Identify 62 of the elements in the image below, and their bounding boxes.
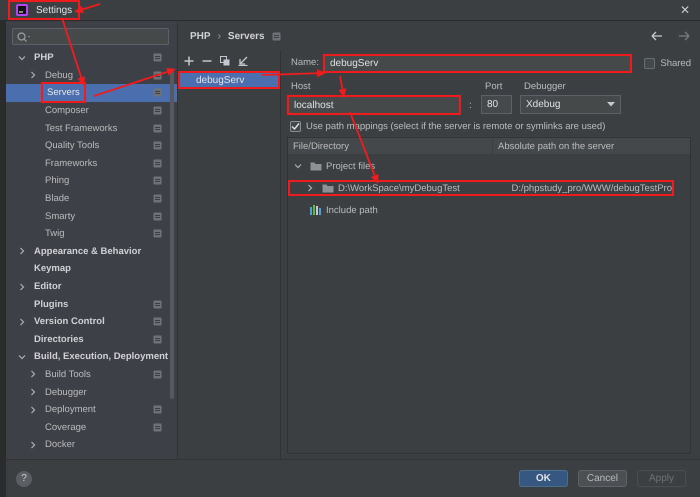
column-header[interactable]: Absolute path on the server — [493, 138, 690, 154]
tree-item[interactable]: Coverage — [6, 418, 165, 436]
tree-item[interactable]: Appearance & Behavior — [6, 242, 165, 260]
checkmark-icon — [291, 122, 300, 131]
table-cell: Include path — [326, 204, 378, 216]
help-button[interactable]: ? — [16, 470, 32, 486]
breadcrumb-separator: › — [218, 30, 221, 42]
port-separator: : — [469, 98, 473, 112]
window-title: Settings — [36, 4, 72, 16]
tree-item[interactable]: Smarty — [6, 207, 165, 225]
field-label: Host — [290, 81, 312, 92]
tree-item[interactable]: Plugins — [6, 295, 165, 313]
import-icon[interactable] — [238, 56, 248, 66]
dialog-button[interactable]: Cancel — [578, 470, 627, 487]
tree-item[interactable]: Build Tools — [6, 366, 165, 384]
table-cell-text: D:\WorkSpace\myDebugTest — [338, 182, 461, 194]
host-field[interactable]: localhost — [287, 95, 461, 115]
field-label: Debugger — [523, 81, 567, 92]
name-field[interactable]: debugServ — [322, 54, 632, 73]
library-icon — [310, 205, 322, 215]
tree-item[interactable]: Keymap — [6, 260, 165, 278]
copy-icon[interactable] — [220, 56, 230, 66]
folder-icon — [310, 161, 322, 171]
search-field[interactable] — [12, 28, 169, 45]
folder-icon — [322, 183, 334, 193]
search-icon — [17, 32, 31, 42]
field-label: Name: — [290, 56, 319, 68]
tree-item[interactable]: Quality Tools — [6, 136, 165, 155]
tree-item[interactable]: Version Control — [6, 312, 165, 330]
tree-item[interactable]: Editor — [6, 278, 165, 296]
add-icon[interactable] — [184, 56, 194, 66]
tree-item[interactable]: Blade — [6, 190, 165, 208]
app-logo-icon — [16, 4, 28, 16]
tree-item[interactable]: Phing — [6, 172, 165, 190]
tree-item[interactable]: Composer — [6, 102, 165, 120]
dialog-button[interactable]: OK — [518, 470, 568, 487]
forward-arrow-icon — [678, 31, 690, 41]
field-label: Port — [484, 81, 504, 92]
tree-item[interactable]: Directories — [6, 330, 165, 348]
mapping-row[interactable]: Include path — [288, 202, 380, 218]
checkbox-label: Shared — [660, 58, 691, 69]
tree-item[interactable]: Frameworks — [6, 154, 165, 172]
checkbox[interactable] — [290, 121, 301, 132]
checkbox[interactable] — [644, 58, 656, 69]
port-field[interactable]: 80 — [481, 95, 512, 114]
tree-item[interactable]: Docker — [6, 436, 165, 454]
table-cell: D:/phpstudy_pro/WWW/debugTestPro — [511, 182, 672, 194]
tree-item[interactable]: Test Frameworks — [6, 119, 165, 137]
breadcrumb-item[interactable]: PHP — [190, 30, 211, 42]
tree-item[interactable]: Twig — [6, 224, 165, 243]
tree-item[interactable]: Servers — [6, 84, 177, 102]
mapping-row[interactable]: D:\WorkSpace\myDebugTest D:/phpstudy_pro/WWW/debugTestPro — [288, 180, 674, 196]
breadcrumb-item: Servers — [228, 30, 265, 42]
column-header[interactable]: File/Directory — [288, 138, 493, 154]
server-list-item[interactable]: debugServ — [178, 71, 280, 89]
close-button[interactable]: ✕ — [680, 3, 690, 17]
tree-item[interactable]: Deployment — [6, 400, 165, 418]
debugger-dropdown[interactable]: Xdebug — [520, 95, 621, 114]
tree-item[interactable]: Debugger — [6, 383, 165, 401]
tree-item[interactable]: PHP — [6, 49, 165, 67]
dropdown-arrow-icon — [607, 102, 615, 107]
back-arrow-icon — [651, 31, 663, 41]
